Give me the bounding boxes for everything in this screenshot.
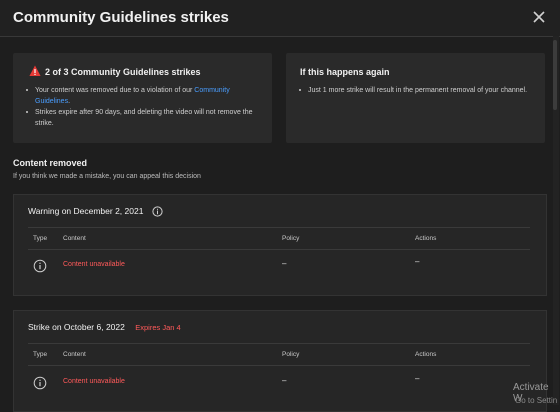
policy-cell: –	[282, 376, 287, 385]
divider	[28, 227, 530, 228]
col-policy: Policy	[282, 351, 300, 358]
scrollbar-thumb[interactable]	[553, 40, 557, 110]
strike-heading-text: Warning on December 2, 2021	[28, 206, 144, 216]
summary-title: 2 of 3 Community Guidelines strikes	[45, 67, 201, 77]
info-icon[interactable]	[152, 206, 163, 217]
dialog-title: Community Guidelines strikes	[13, 9, 229, 26]
strike-card-warning: Warning on December 2, 2021 Type Content…	[13, 194, 547, 296]
info-icon[interactable]	[33, 259, 47, 273]
info-icon[interactable]	[33, 376, 47, 390]
content-removed-subtitle: If you think we made a mistake, you can …	[13, 173, 201, 180]
bullet-suffix: .	[68, 98, 71, 105]
again-bullets: Just 1 more strike will result in the pe…	[296, 85, 538, 96]
activation-watermark-sub: Go to Settin	[515, 396, 558, 405]
again-bullet-1: Just 1 more strike will result in the pe…	[296, 85, 538, 96]
col-actions: Actions	[415, 235, 437, 242]
strike-summary-card: 2 of 3 Community Guidelines strikes Your…	[13, 53, 272, 143]
col-type: Type	[33, 235, 48, 242]
warning-icon	[29, 65, 41, 76]
dialog-header: Community Guidelines strikes	[0, 0, 560, 37]
bullet-text: Your content was removed due to a violat…	[35, 87, 195, 94]
col-actions: Actions	[415, 351, 437, 358]
if-happens-again-card: If this happens again Just 1 more strike…	[286, 53, 545, 143]
strike-heading: Warning on December 2, 2021	[28, 206, 163, 217]
content-cell: Content unavailable	[63, 378, 125, 385]
content-cell: Content unavailable	[63, 261, 125, 268]
divider	[28, 249, 530, 250]
actions-cell: –	[415, 374, 420, 383]
policy-cell: –	[282, 259, 287, 268]
strike-heading: Strike on October 6, 2022 Expires Jan 4	[28, 322, 181, 332]
content-removed-title: Content removed	[13, 158, 88, 168]
summary-bullet-2: Strikes expire after 90 days, and deleti…	[23, 107, 265, 129]
col-content: Content	[63, 351, 86, 358]
col-content: Content	[63, 235, 86, 242]
expires-badge: Expires Jan 4	[135, 323, 181, 332]
strike-heading-text: Strike on October 6, 2022	[28, 322, 125, 332]
col-policy: Policy	[282, 235, 300, 242]
again-title: If this happens again	[300, 67, 390, 77]
strike-card-strike: Strike on October 6, 2022 Expires Jan 4 …	[13, 310, 547, 412]
close-icon[interactable]	[530, 8, 548, 26]
divider	[28, 365, 530, 366]
divider	[28, 343, 530, 344]
summary-bullet-1: Your content was removed due to a violat…	[23, 85, 265, 107]
col-type: Type	[33, 351, 48, 358]
summary-bullets: Your content was removed due to a violat…	[23, 85, 265, 129]
actions-cell: –	[415, 257, 420, 266]
